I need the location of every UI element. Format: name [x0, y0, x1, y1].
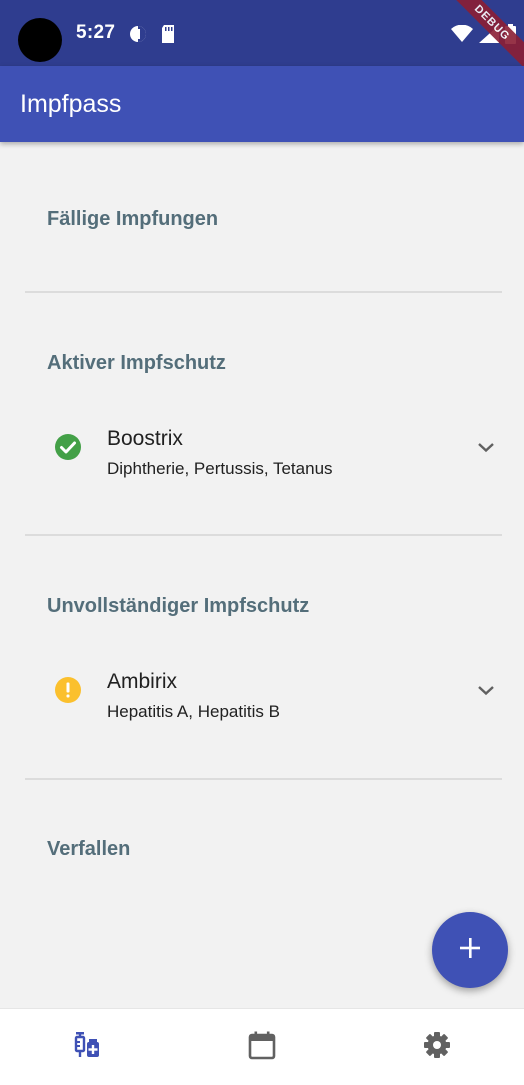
- section-header-active: Aktiver Impfschutz: [47, 352, 226, 374]
- warning-circle-icon: [54, 676, 82, 704]
- vaccine-item-ambirix[interactable]: Ambirix Hepatitis A, Hepatitis B: [0, 670, 524, 730]
- section-header-incomplete: Unvollständiger Impfschutz: [47, 595, 310, 617]
- vaccine-icon: [72, 1030, 102, 1065]
- vaccine-item-boostrix[interactable]: Boostrix Diphtherie, Pertussis, Tetanus: [0, 427, 524, 487]
- nav-item-vaccinations[interactable]: [0, 1009, 174, 1085]
- chevron-down-icon[interactable]: [474, 678, 498, 702]
- vaccine-name: Boostrix: [107, 427, 183, 450]
- divider: [25, 778, 502, 780]
- vaccine-diseases: Diphtherie, Pertussis, Tetanus: [107, 459, 333, 478]
- divider: [25, 291, 502, 293]
- vaccine-diseases: Hepatitis A, Hepatitis B: [107, 702, 280, 721]
- nav-item-calendar[interactable]: [175, 1009, 349, 1085]
- section-header-due: Fällige Impfungen: [47, 208, 219, 230]
- camera-hole: [18, 18, 62, 62]
- bottom-navigation: [0, 1008, 524, 1085]
- chevron-down-icon[interactable]: [474, 435, 498, 459]
- gear-icon: [422, 1030, 452, 1065]
- page-title: Impfpass: [20, 90, 122, 118]
- status-time: 5:27: [76, 22, 116, 43]
- data-saver-icon: [128, 24, 148, 49]
- plus-icon: [458, 936, 482, 965]
- divider: [25, 534, 502, 536]
- status-bar: 5:27 DEBUG: [0, 0, 524, 72]
- vaccination-list: Fällige Impfungen Aktiver Impfschutz Boo…: [0, 142, 524, 1008]
- check-circle-icon: [54, 433, 82, 461]
- vaccine-name: Ambirix: [107, 670, 178, 693]
- nav-item-settings[interactable]: [350, 1009, 524, 1085]
- add-vaccination-button[interactable]: [432, 912, 508, 988]
- app-bar: Impfpass: [0, 66, 524, 142]
- sd-card-icon: [160, 24, 176, 49]
- wifi-icon: [451, 24, 473, 48]
- calendar-icon: [247, 1030, 277, 1065]
- section-header-expired: Verfallen: [47, 838, 131, 860]
